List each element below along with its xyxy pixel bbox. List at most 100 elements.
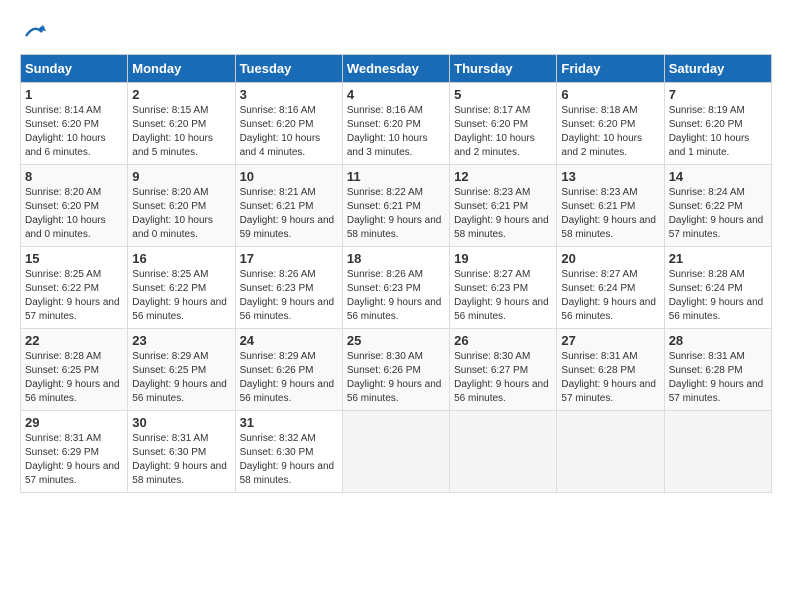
day-number: 14 — [669, 169, 767, 184]
calendar-day-cell: 20 Sunrise: 8:27 AM Sunset: 6:24 PM Dayl… — [557, 247, 664, 329]
calendar-day-cell: 4 Sunrise: 8:16 AM Sunset: 6:20 PM Dayli… — [342, 83, 449, 165]
day-info: Sunrise: 8:28 AM Sunset: 6:24 PM Dayligh… — [669, 268, 767, 324]
day-number: 18 — [347, 251, 445, 266]
day-number: 23 — [132, 333, 230, 348]
day-number: 12 — [454, 169, 552, 184]
day-number: 7 — [669, 87, 767, 102]
calendar-week-row: 8 Sunrise: 8:20 AM Sunset: 6:20 PM Dayli… — [21, 165, 772, 247]
calendar-header-row: SundayMondayTuesdayWednesdayThursdayFrid… — [21, 55, 772, 83]
day-number: 8 — [25, 169, 123, 184]
calendar-day-cell — [557, 411, 664, 493]
calendar-week-row: 1 Sunrise: 8:14 AM Sunset: 6:20 PM Dayli… — [21, 83, 772, 165]
day-info: Sunrise: 8:30 AM Sunset: 6:26 PM Dayligh… — [347, 350, 445, 406]
calendar-day-cell: 3 Sunrise: 8:16 AM Sunset: 6:20 PM Dayli… — [235, 83, 342, 165]
logo — [20, 20, 46, 44]
day-of-week-header: Friday — [557, 55, 664, 83]
day-number: 25 — [347, 333, 445, 348]
day-info: Sunrise: 8:16 AM Sunset: 6:20 PM Dayligh… — [347, 104, 445, 160]
day-info: Sunrise: 8:16 AM Sunset: 6:20 PM Dayligh… — [240, 104, 338, 160]
day-info: Sunrise: 8:19 AM Sunset: 6:20 PM Dayligh… — [669, 104, 767, 160]
day-info: Sunrise: 8:26 AM Sunset: 6:23 PM Dayligh… — [347, 268, 445, 324]
day-of-week-header: Wednesday — [342, 55, 449, 83]
calendar-day-cell: 18 Sunrise: 8:26 AM Sunset: 6:23 PM Dayl… — [342, 247, 449, 329]
day-info: Sunrise: 8:22 AM Sunset: 6:21 PM Dayligh… — [347, 186, 445, 242]
day-info: Sunrise: 8:20 AM Sunset: 6:20 PM Dayligh… — [132, 186, 230, 242]
calendar-day-cell: 12 Sunrise: 8:23 AM Sunset: 6:21 PM Dayl… — [450, 165, 557, 247]
calendar-day-cell: 24 Sunrise: 8:29 AM Sunset: 6:26 PM Dayl… — [235, 329, 342, 411]
calendar-day-cell: 27 Sunrise: 8:31 AM Sunset: 6:28 PM Dayl… — [557, 329, 664, 411]
day-of-week-header: Thursday — [450, 55, 557, 83]
calendar-day-cell: 16 Sunrise: 8:25 AM Sunset: 6:22 PM Dayl… — [128, 247, 235, 329]
calendar-day-cell — [664, 411, 771, 493]
calendar-day-cell: 22 Sunrise: 8:28 AM Sunset: 6:25 PM Dayl… — [21, 329, 128, 411]
day-info: Sunrise: 8:26 AM Sunset: 6:23 PM Dayligh… — [240, 268, 338, 324]
day-number: 9 — [132, 169, 230, 184]
day-number: 29 — [25, 415, 123, 430]
calendar-day-cell: 14 Sunrise: 8:24 AM Sunset: 6:22 PM Dayl… — [664, 165, 771, 247]
day-number: 20 — [561, 251, 659, 266]
calendar-day-cell: 30 Sunrise: 8:31 AM Sunset: 6:30 PM Dayl… — [128, 411, 235, 493]
day-number: 19 — [454, 251, 552, 266]
day-info: Sunrise: 8:18 AM Sunset: 6:20 PM Dayligh… — [561, 104, 659, 160]
day-info: Sunrise: 8:28 AM Sunset: 6:25 PM Dayligh… — [25, 350, 123, 406]
calendar-week-row: 29 Sunrise: 8:31 AM Sunset: 6:29 PM Dayl… — [21, 411, 772, 493]
calendar-day-cell: 19 Sunrise: 8:27 AM Sunset: 6:23 PM Dayl… — [450, 247, 557, 329]
calendar-day-cell: 8 Sunrise: 8:20 AM Sunset: 6:20 PM Dayli… — [21, 165, 128, 247]
calendar-day-cell: 10 Sunrise: 8:21 AM Sunset: 6:21 PM Dayl… — [235, 165, 342, 247]
calendar-day-cell — [450, 411, 557, 493]
calendar-day-cell: 23 Sunrise: 8:29 AM Sunset: 6:25 PM Dayl… — [128, 329, 235, 411]
day-info: Sunrise: 8:24 AM Sunset: 6:22 PM Dayligh… — [669, 186, 767, 242]
calendar-day-cell: 9 Sunrise: 8:20 AM Sunset: 6:20 PM Dayli… — [128, 165, 235, 247]
day-number: 1 — [25, 87, 123, 102]
calendar-day-cell: 21 Sunrise: 8:28 AM Sunset: 6:24 PM Dayl… — [664, 247, 771, 329]
day-number: 26 — [454, 333, 552, 348]
calendar-day-cell: 25 Sunrise: 8:30 AM Sunset: 6:26 PM Dayl… — [342, 329, 449, 411]
day-info: Sunrise: 8:31 AM Sunset: 6:28 PM Dayligh… — [561, 350, 659, 406]
calendar-day-cell: 7 Sunrise: 8:19 AM Sunset: 6:20 PM Dayli… — [664, 83, 771, 165]
day-number: 6 — [561, 87, 659, 102]
day-number: 22 — [25, 333, 123, 348]
day-info: Sunrise: 8:31 AM Sunset: 6:30 PM Dayligh… — [132, 432, 230, 488]
day-number: 4 — [347, 87, 445, 102]
day-info: Sunrise: 8:17 AM Sunset: 6:20 PM Dayligh… — [454, 104, 552, 160]
calendar-table: SundayMondayTuesdayWednesdayThursdayFrid… — [20, 54, 772, 493]
day-number: 3 — [240, 87, 338, 102]
day-of-week-header: Saturday — [664, 55, 771, 83]
day-info: Sunrise: 8:32 AM Sunset: 6:30 PM Dayligh… — [240, 432, 338, 488]
calendar-day-cell: 28 Sunrise: 8:31 AM Sunset: 6:28 PM Dayl… — [664, 329, 771, 411]
calendar-day-cell: 1 Sunrise: 8:14 AM Sunset: 6:20 PM Dayli… — [21, 83, 128, 165]
calendar-week-row: 22 Sunrise: 8:28 AM Sunset: 6:25 PM Dayl… — [21, 329, 772, 411]
day-info: Sunrise: 8:21 AM Sunset: 6:21 PM Dayligh… — [240, 186, 338, 242]
day-info: Sunrise: 8:25 AM Sunset: 6:22 PM Dayligh… — [25, 268, 123, 324]
calendar-day-cell: 26 Sunrise: 8:30 AM Sunset: 6:27 PM Dayl… — [450, 329, 557, 411]
day-of-week-header: Sunday — [21, 55, 128, 83]
day-info: Sunrise: 8:14 AM Sunset: 6:20 PM Dayligh… — [25, 104, 123, 160]
calendar-day-cell: 13 Sunrise: 8:23 AM Sunset: 6:21 PM Dayl… — [557, 165, 664, 247]
calendar-day-cell: 31 Sunrise: 8:32 AM Sunset: 6:30 PM Dayl… — [235, 411, 342, 493]
day-info: Sunrise: 8:15 AM Sunset: 6:20 PM Dayligh… — [132, 104, 230, 160]
day-number: 30 — [132, 415, 230, 430]
calendar-day-cell: 5 Sunrise: 8:17 AM Sunset: 6:20 PM Dayli… — [450, 83, 557, 165]
day-info: Sunrise: 8:27 AM Sunset: 6:23 PM Dayligh… — [454, 268, 552, 324]
day-info: Sunrise: 8:29 AM Sunset: 6:25 PM Dayligh… — [132, 350, 230, 406]
day-number: 21 — [669, 251, 767, 266]
calendar-day-cell: 2 Sunrise: 8:15 AM Sunset: 6:20 PM Dayli… — [128, 83, 235, 165]
calendar-day-cell: 6 Sunrise: 8:18 AM Sunset: 6:20 PM Dayli… — [557, 83, 664, 165]
day-number: 16 — [132, 251, 230, 266]
day-info: Sunrise: 8:23 AM Sunset: 6:21 PM Dayligh… — [454, 186, 552, 242]
day-info: Sunrise: 8:23 AM Sunset: 6:21 PM Dayligh… — [561, 186, 659, 242]
day-number: 13 — [561, 169, 659, 184]
calendar-day-cell: 29 Sunrise: 8:31 AM Sunset: 6:29 PM Dayl… — [21, 411, 128, 493]
day-number: 17 — [240, 251, 338, 266]
day-number: 2 — [132, 87, 230, 102]
calendar-day-cell — [342, 411, 449, 493]
day-info: Sunrise: 8:25 AM Sunset: 6:22 PM Dayligh… — [132, 268, 230, 324]
day-number: 27 — [561, 333, 659, 348]
calendar-day-cell: 15 Sunrise: 8:25 AM Sunset: 6:22 PM Dayl… — [21, 247, 128, 329]
day-of-week-header: Tuesday — [235, 55, 342, 83]
day-number: 15 — [25, 251, 123, 266]
day-info: Sunrise: 8:29 AM Sunset: 6:26 PM Dayligh… — [240, 350, 338, 406]
day-number: 5 — [454, 87, 552, 102]
day-of-week-header: Monday — [128, 55, 235, 83]
calendar-day-cell: 17 Sunrise: 8:26 AM Sunset: 6:23 PM Dayl… — [235, 247, 342, 329]
